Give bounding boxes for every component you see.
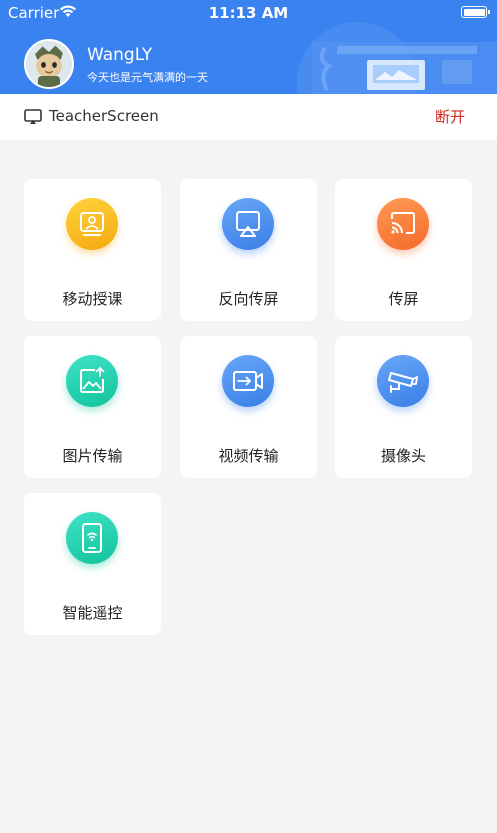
smart-remote-icon: [66, 512, 118, 564]
disconnect-button[interactable]: 断开: [435, 106, 465, 127]
feature-card-cast-screen[interactable]: 传屏: [335, 179, 472, 321]
feature-card-reverse-cast[interactable]: 反向传屏: [180, 179, 317, 321]
profile-motto: 今天也是元气满满的一天: [87, 71, 208, 84]
header: Carrier 11:13 AM WangLY 今天也是元气满满的一天: [0, 0, 497, 94]
mobile-teaching-icon: [66, 198, 118, 250]
avatar[interactable]: [24, 39, 74, 89]
camera-icon: [377, 355, 429, 407]
feature-label: 传屏: [388, 290, 419, 308]
feature-label: 反向传屏: [218, 290, 279, 308]
image-transfer-icon: [66, 355, 118, 407]
video-transfer-icon: [222, 355, 274, 407]
feature-card-image-transfer[interactable]: 图片传输: [24, 336, 161, 478]
reverse-cast-icon: [222, 198, 274, 250]
feature-label: 视频传输: [218, 447, 279, 465]
feature-card-video-transfer[interactable]: 视频传输: [180, 336, 317, 478]
feature-card-mobile-teaching[interactable]: 移动授课: [24, 179, 161, 321]
feature-label: 移动授课: [62, 290, 123, 308]
screen-cast-icon: [24, 109, 42, 124]
feature-label: 智能遥控: [62, 604, 123, 622]
battery-icon: [461, 6, 490, 18]
feature-label: 图片传输: [62, 447, 123, 465]
feature-card-camera[interactable]: 摄像头: [335, 336, 472, 478]
username: WangLY: [87, 45, 153, 65]
cast-screen-icon: [377, 198, 429, 250]
avatar-illustration: [26, 41, 72, 87]
connected-device-name: TeacherScreen: [49, 107, 159, 125]
feature-card-smart-remote[interactable]: 智能遥控: [24, 493, 161, 635]
feature-label: 摄像头: [380, 447, 426, 465]
connection-bar: TeacherScreen 断开: [0, 94, 497, 140]
header-illustration: [297, 22, 497, 94]
